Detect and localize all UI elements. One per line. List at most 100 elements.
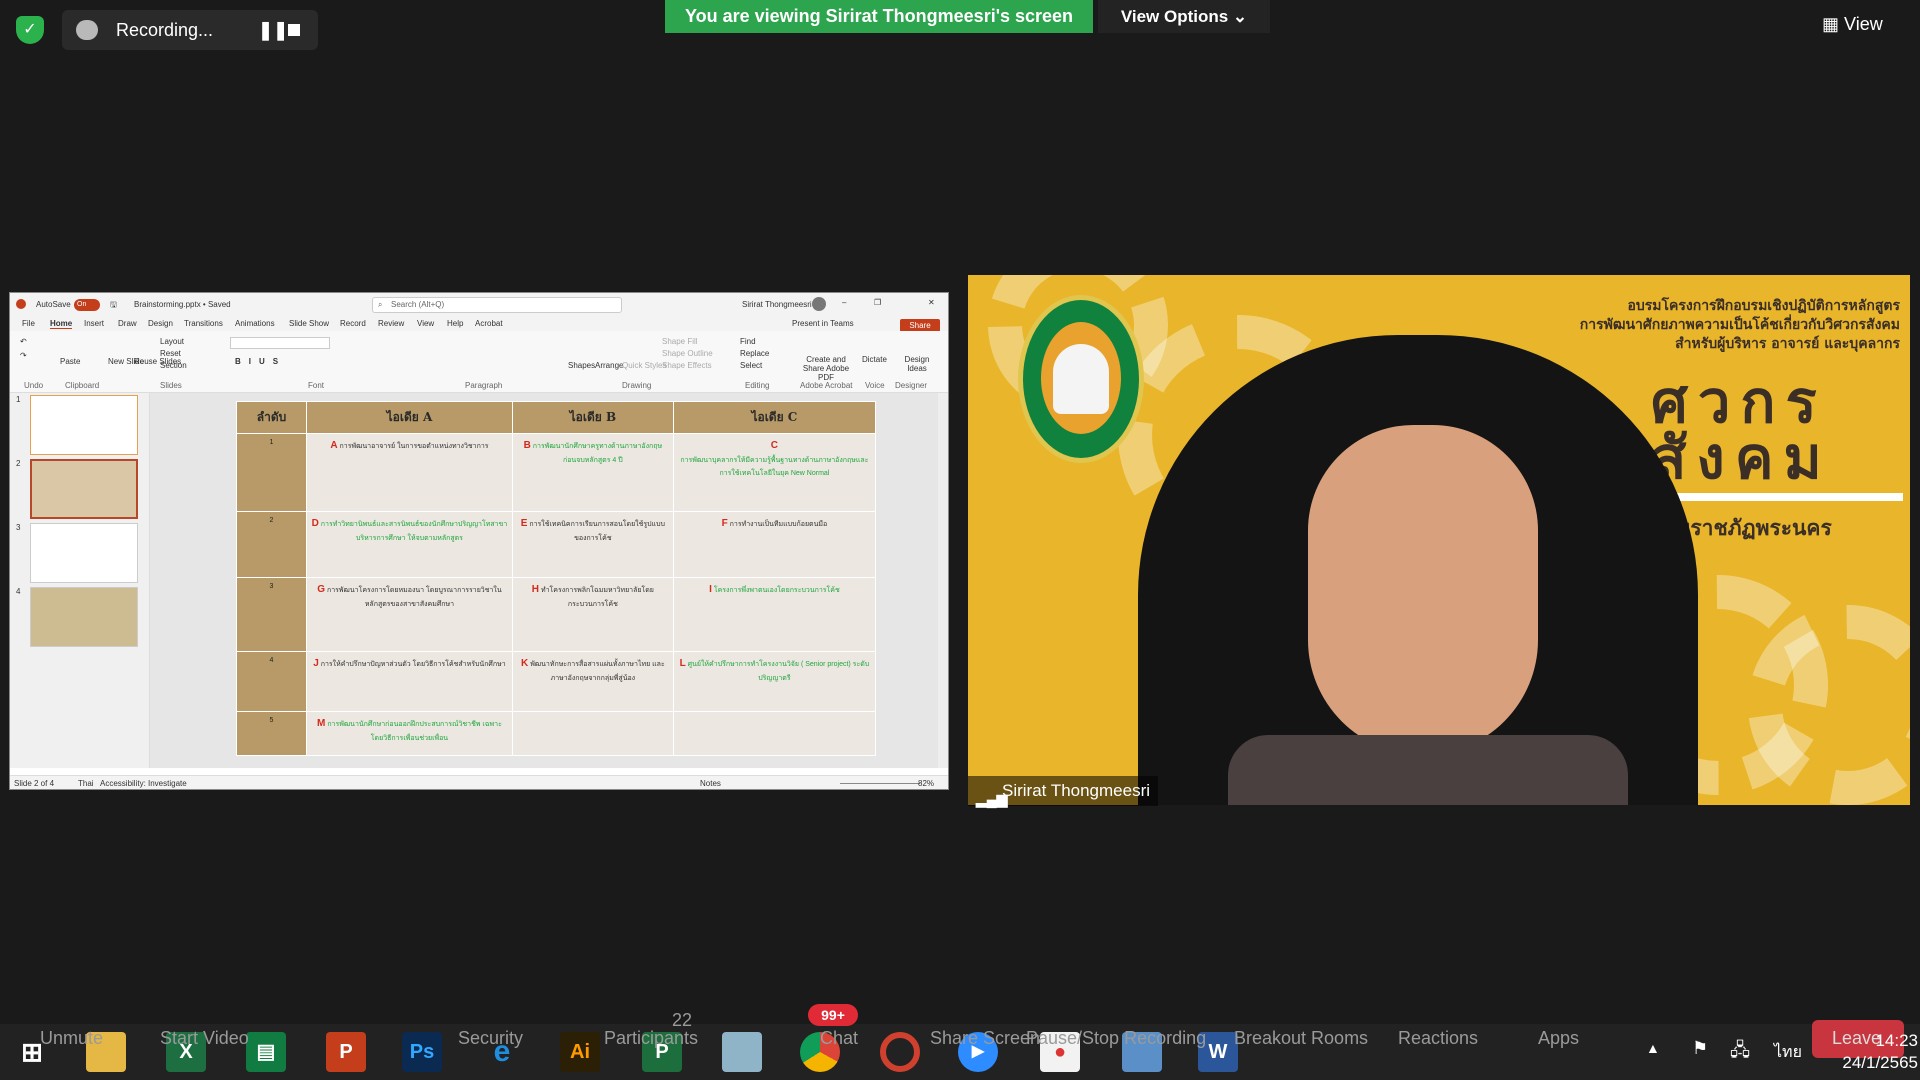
menu-acrobat[interactable]: Acrobat: [475, 319, 503, 328]
minimize-icon[interactable]: –: [842, 298, 846, 307]
slide-thumbnail-1[interactable]: [30, 395, 138, 455]
hotcape-icon[interactable]: [880, 1032, 920, 1072]
zoom-level[interactable]: 82%: [918, 779, 934, 788]
arrange-button[interactable]: Arrange: [595, 361, 623, 370]
pause-recording-icon[interactable]: ❚❚: [258, 20, 288, 41]
create-share-pdf-button[interactable]: Create and Share Adobe PDF: [796, 355, 856, 382]
idea-text: การพัฒนาอาจารย์ ในการขอตำแหน่งทางวิชาการ: [339, 443, 489, 450]
menu-design[interactable]: Design: [148, 319, 173, 328]
paste-button[interactable]: Paste: [60, 357, 80, 366]
reset-button[interactable]: Reset: [160, 349, 181, 358]
ribbon-group-font: Font: [308, 381, 325, 390]
apps-label[interactable]: Apps: [1538, 1028, 1579, 1049]
cloud-recording-icon: [76, 20, 98, 40]
section-button[interactable]: Section: [160, 361, 187, 370]
slide-thumbnail-4[interactable]: [30, 587, 138, 647]
publisher-green-icon[interactable]: ▤: [246, 1032, 286, 1072]
show-hidden-icons[interactable]: ▲: [1646, 1040, 1660, 1056]
menu-draw[interactable]: Draw: [118, 319, 137, 328]
replace-button[interactable]: Replace: [740, 349, 769, 358]
chat-label[interactable]: Chat: [820, 1028, 858, 1049]
slide-canvas[interactable]: ลำดับ ไอเดีย A ไอเดีย B ไอเดีย C 1 A การ…: [150, 393, 940, 768]
restore-icon[interactable]: ❐: [874, 298, 881, 307]
menu-file[interactable]: File: [22, 319, 35, 328]
save-icon[interactable]: 🖫: [110, 299, 117, 313]
university-seal-logo: [1018, 295, 1144, 463]
notes-button[interactable]: Notes: [700, 779, 721, 788]
share-screen-label[interactable]: Share Screen: [930, 1028, 1040, 1049]
system-clock[interactable]: 14:23 24/1/2565: [1822, 1030, 1918, 1074]
menu-transitions[interactable]: Transitions: [184, 319, 223, 328]
vertical-scrollbar[interactable]: [938, 393, 948, 768]
layout-button[interactable]: Layout: [160, 337, 184, 346]
redo-icon[interactable]: ↷: [20, 351, 27, 360]
photoshop-icon[interactable]: Ps: [402, 1032, 442, 1072]
select-button[interactable]: Select: [740, 361, 762, 370]
participants-label[interactable]: Participants: [604, 1028, 698, 1049]
banner-line: อบรมโครงการฝึกอบรมเชิงปฏิบัติการหลักสูตร: [1627, 298, 1900, 314]
breakout-rooms-label[interactable]: Breakout Rooms: [1234, 1028, 1368, 1049]
powerpoint-logo-icon: [16, 299, 26, 309]
idea-a-cell: J การให้คำปรึกษาปัญหาส่วนตัว โดยวิธีการโ…: [306, 651, 513, 712]
table-header-row: ลำดับ ไอเดีย A ไอเดีย B ไอเดีย C: [236, 401, 877, 434]
input-language[interactable]: ไทย: [1774, 1040, 1802, 1065]
menu-insert[interactable]: Insert: [84, 319, 104, 328]
ppt-ribbon: ↶ ↷ Paste New Slide Reuse Slides Layout …: [10, 331, 948, 393]
menu-review[interactable]: Review: [378, 319, 404, 328]
shared-powerpoint-window[interactable]: AutoSave On 🖫 Brainstorming.pptx • Saved…: [9, 292, 949, 790]
unmute-label[interactable]: Unmute: [40, 1028, 103, 1049]
bold-italic-underline-buttons[interactable]: BIUS: [235, 357, 286, 366]
action-center-flag-icon[interactable]: ⚑: [1692, 1038, 1708, 1059]
menu-slide-show[interactable]: Slide Show: [289, 319, 329, 328]
security-label[interactable]: Security: [458, 1028, 523, 1049]
menu-home[interactable]: Home: [50, 319, 73, 329]
slide-thumbnail-2[interactable]: [30, 459, 138, 519]
menu-animations[interactable]: Animations: [235, 319, 275, 328]
shapes-button[interactable]: Shapes: [568, 361, 595, 370]
font-name-select[interactable]: [230, 337, 330, 349]
view-options-button[interactable]: View Options ⌄: [1098, 0, 1270, 33]
menu-view[interactable]: View: [417, 319, 434, 328]
idea-letter: M: [317, 718, 326, 729]
menu-help[interactable]: Help: [447, 319, 463, 328]
idea-text: การพัฒนาบุคลากรให้มีความรู้พื้นฐานทางด้า…: [680, 457, 869, 477]
shape-fill-button[interactable]: Shape Fill: [662, 337, 698, 346]
powerpoint-icon[interactable]: P: [326, 1032, 366, 1072]
shape-outline-button[interactable]: Shape Outline: [662, 349, 713, 358]
ribbon-group-undo: Undo: [24, 381, 44, 390]
ppt-search-box[interactable]: ⌕ Search (Alt+Q): [372, 297, 622, 313]
present-in-teams-button[interactable]: Present in Teams: [792, 319, 854, 328]
undo-icon[interactable]: ↶: [20, 337, 27, 346]
close-icon[interactable]: ✕: [928, 298, 935, 307]
autosave-toggle[interactable]: On: [74, 299, 100, 311]
start-video-label[interactable]: Start Video: [160, 1028, 249, 1049]
design-ideas-button[interactable]: Design Ideas: [902, 355, 932, 373]
stop-recording-icon[interactable]: [288, 24, 300, 36]
participant-video-tile[interactable]: อบรมโครงการฝึกอบรมเชิงปฏิบัติการหลักสูตร…: [968, 275, 1910, 805]
view-button[interactable]: ▦ View: [1822, 14, 1883, 35]
network-icon[interactable]: 🖧: [1730, 1038, 1750, 1068]
dictate-button[interactable]: Dictate: [862, 355, 887, 364]
stop-recording-label[interactable]: Pause/Stop Recording: [1026, 1028, 1206, 1049]
illustrator-icon[interactable]: Ai: [560, 1032, 600, 1072]
file-name[interactable]: Brainstorming.pptx • Saved: [134, 300, 231, 309]
shape-effects-button[interactable]: Shape Effects: [662, 361, 712, 370]
quick-styles-button[interactable]: Quick Styles: [622, 361, 666, 370]
idea-letter: H: [531, 584, 540, 595]
reactions-label[interactable]: Reactions: [1398, 1028, 1478, 1049]
menu-record[interactable]: Record: [340, 319, 366, 328]
slide-number: 1: [16, 395, 21, 404]
slide-thumbnail-3[interactable]: [30, 523, 138, 583]
language-indicator[interactable]: Thai: [78, 779, 94, 788]
zoom-slider[interactable]: [840, 783, 920, 784]
security-shield-icon[interactable]: ✓: [16, 16, 44, 44]
ideas-table: ลำดับ ไอเดีย A ไอเดีย B ไอเดีย C 1 A การ…: [236, 401, 877, 756]
accessibility-status[interactable]: Accessibility: Investigate: [100, 779, 187, 788]
idea-a-cell: G การพัฒนาโครงการโดยหมองนา โดยบูรณาการรา…: [306, 577, 513, 652]
idea-letter: G: [317, 584, 326, 595]
ppt-title-bar: AutoSave On 🖫 Brainstorming.pptx • Saved…: [10, 293, 948, 317]
recording-indicator: Recording... ❚❚: [62, 10, 318, 50]
avatar[interactable]: [812, 297, 826, 311]
notes-icon[interactable]: [722, 1032, 762, 1072]
find-button[interactable]: Find: [740, 337, 756, 346]
